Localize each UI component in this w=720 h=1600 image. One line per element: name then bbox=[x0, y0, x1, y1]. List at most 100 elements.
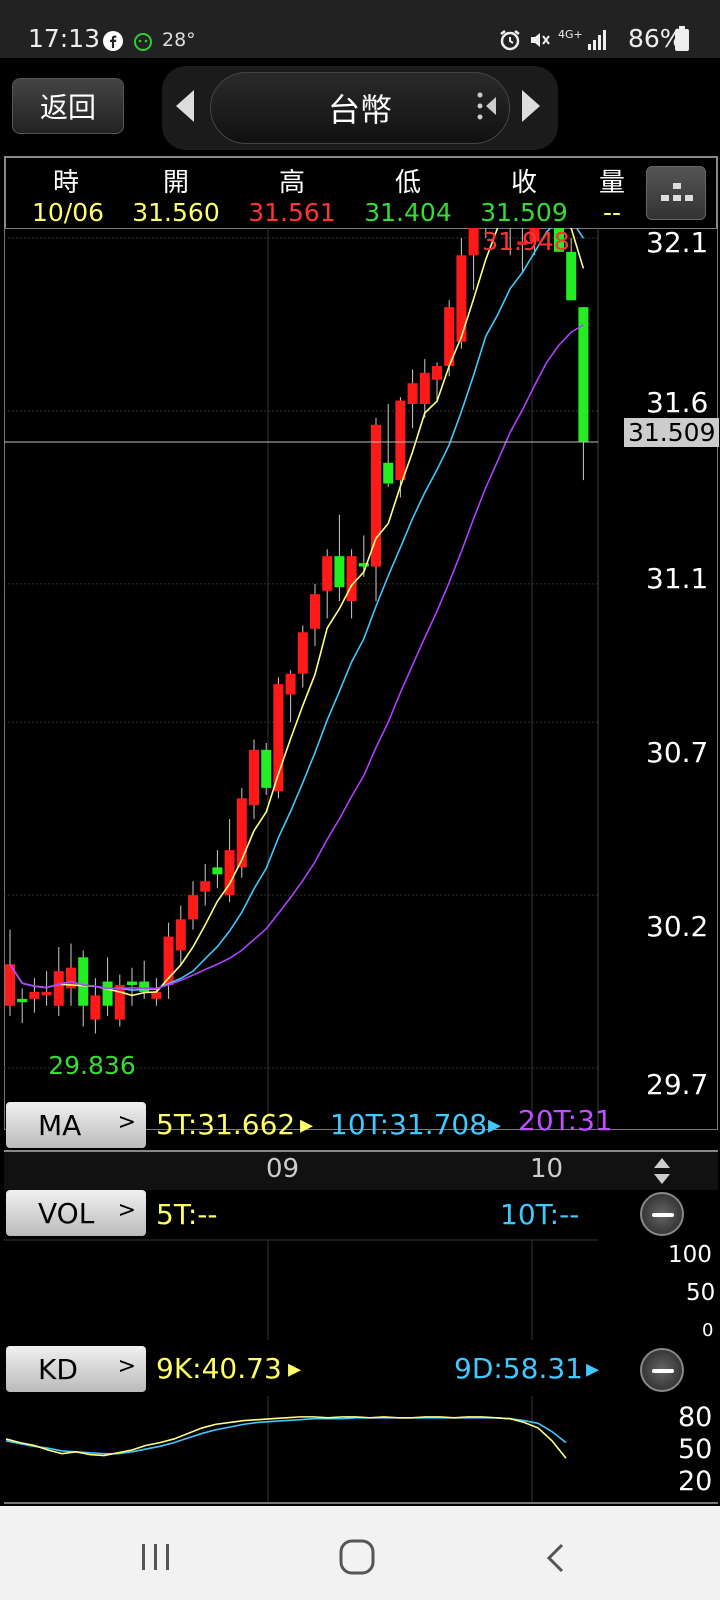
y-label-30.7: 30.7 bbox=[646, 736, 709, 769]
y-label-31.1: 31.1 bbox=[646, 562, 709, 595]
value-time: 10/06 bbox=[31, 198, 105, 227]
candlestick-chart[interactable]: 31.948 29.836 bbox=[4, 228, 718, 1130]
status-bar: 17:13 28° 4G+ 86% bbox=[0, 0, 720, 58]
ma-button-label: MA bbox=[38, 1108, 82, 1142]
y-label-29.7: 29.7 bbox=[646, 1068, 709, 1101]
next-arrow-icon[interactable] bbox=[520, 88, 542, 124]
candle-down bbox=[212, 867, 223, 875]
home-icon[interactable] bbox=[338, 1538, 376, 1576]
candle-up bbox=[456, 255, 467, 342]
value-close: 31.509 bbox=[480, 198, 568, 227]
ma5-value: 5T:31.662 bbox=[156, 1108, 296, 1141]
date-axis bbox=[4, 1150, 718, 1190]
d-value: 9D:58.31 bbox=[454, 1352, 583, 1385]
candle-down bbox=[17, 998, 28, 1003]
chevron-right-icon: > bbox=[117, 1354, 136, 1379]
chart-menu-button[interactable] bbox=[646, 166, 706, 220]
candle-up bbox=[432, 365, 442, 380]
header: 返回 台幣 bbox=[0, 58, 720, 154]
header-low: 低 bbox=[394, 168, 421, 198]
candle-down bbox=[102, 981, 113, 1006]
kd-y-50: 50 bbox=[678, 1434, 713, 1465]
network-type: 4G+ bbox=[558, 28, 583, 41]
candle-up bbox=[90, 995, 101, 1020]
kd-collapse-button[interactable] bbox=[640, 1348, 684, 1392]
vol-button-label: VOL bbox=[38, 1196, 95, 1230]
kd-y-80: 80 bbox=[678, 1402, 713, 1433]
ma10-marker-icon: ▸ bbox=[488, 1110, 502, 1140]
vol-collapse-button[interactable] bbox=[640, 1192, 684, 1236]
candle-up bbox=[419, 372, 430, 404]
kd-button[interactable]: KD > bbox=[6, 1346, 146, 1392]
candle-up bbox=[175, 919, 186, 951]
chevron-right-icon: > bbox=[117, 1198, 136, 1223]
status-time: 17:13 bbox=[28, 24, 101, 53]
vol-y-50: 50 bbox=[686, 1280, 716, 1306]
value-low: 31.404 bbox=[364, 198, 452, 227]
ma10-line bbox=[9, 228, 585, 991]
y-label-31.6: 31.6 bbox=[646, 386, 709, 419]
prev-arrow-icon[interactable] bbox=[174, 88, 196, 124]
candle-up bbox=[468, 228, 479, 256]
candle-down bbox=[127, 981, 137, 985]
ma-lines bbox=[9, 228, 585, 997]
chart-low-label: 29.836 bbox=[48, 1051, 135, 1080]
x-label-10: 10 bbox=[530, 1154, 564, 1184]
ma-button[interactable]: MA > bbox=[6, 1102, 146, 1148]
d-marker-icon: ▸ bbox=[586, 1354, 600, 1384]
ma20-value: 20T:31 bbox=[518, 1104, 610, 1137]
page-title[interactable]: 台幣 bbox=[210, 72, 510, 144]
candle-up bbox=[200, 881, 211, 892]
vol10-value: 10T:-- bbox=[500, 1198, 580, 1231]
vol-button[interactable]: VOL > bbox=[6, 1190, 146, 1236]
ma10-value: 10T:31.708 bbox=[330, 1108, 488, 1141]
candle-up bbox=[310, 594, 320, 629]
value-high: 31.561 bbox=[248, 198, 336, 227]
candle-up bbox=[371, 424, 381, 567]
candle-up bbox=[395, 400, 406, 481]
header-high: 高 bbox=[278, 168, 305, 198]
d-line bbox=[5, 1416, 567, 1455]
candle-down bbox=[78, 957, 89, 1006]
mute-icon bbox=[531, 33, 550, 47]
x-label-09: 09 bbox=[266, 1154, 300, 1184]
ma5-line bbox=[9, 228, 585, 997]
status-temperature: 28° bbox=[162, 29, 196, 51]
candle-up bbox=[236, 798, 247, 868]
back-nav-icon[interactable] bbox=[544, 1542, 568, 1574]
candle-up bbox=[322, 556, 333, 591]
k-value: 9K:40.73 bbox=[156, 1352, 282, 1385]
ma20-line bbox=[9, 324, 584, 990]
candle-up bbox=[407, 383, 418, 404]
chart-grid bbox=[4, 228, 598, 1130]
candle-up bbox=[114, 985, 125, 1020]
ma20-value-clip: 20T:31 bbox=[518, 1104, 610, 1144]
alarm-icon bbox=[500, 30, 520, 51]
y-label-30.2: 30.2 bbox=[646, 910, 709, 943]
candle-down bbox=[566, 251, 577, 301]
y-label-32.1: 32.1 bbox=[646, 226, 709, 259]
candle-up bbox=[41, 991, 52, 996]
resize-handle-icon[interactable] bbox=[652, 1156, 672, 1186]
kd-chart bbox=[5, 1396, 567, 1504]
facebook-icon bbox=[103, 31, 123, 51]
recents-icon[interactable] bbox=[138, 1542, 174, 1572]
signal-icon bbox=[588, 30, 606, 50]
candle-down bbox=[334, 556, 345, 588]
vol-y-100: 100 bbox=[668, 1242, 712, 1268]
candle-up bbox=[285, 673, 296, 695]
value-open: 31.560 bbox=[132, 198, 220, 227]
header-volume: 量 bbox=[598, 168, 625, 198]
back-button[interactable]: 返回 bbox=[12, 78, 124, 134]
drag-handle-icon[interactable] bbox=[476, 90, 498, 122]
chart-high-label: 31.948 bbox=[482, 228, 569, 256]
vol-y-0: 0 bbox=[702, 1320, 714, 1341]
kd-y-20: 20 bbox=[678, 1466, 713, 1497]
header-time: 時 bbox=[52, 168, 79, 198]
candle-down bbox=[139, 981, 150, 992]
candle-up bbox=[249, 749, 259, 806]
candles bbox=[5, 228, 589, 1034]
ohlc-info-row: 時 開 高 低 收 量 10/06 31.560 31.561 31.404 3… bbox=[4, 156, 718, 228]
candle-up bbox=[297, 632, 308, 674]
ma5-marker-icon: ▸ bbox=[300, 1110, 314, 1140]
